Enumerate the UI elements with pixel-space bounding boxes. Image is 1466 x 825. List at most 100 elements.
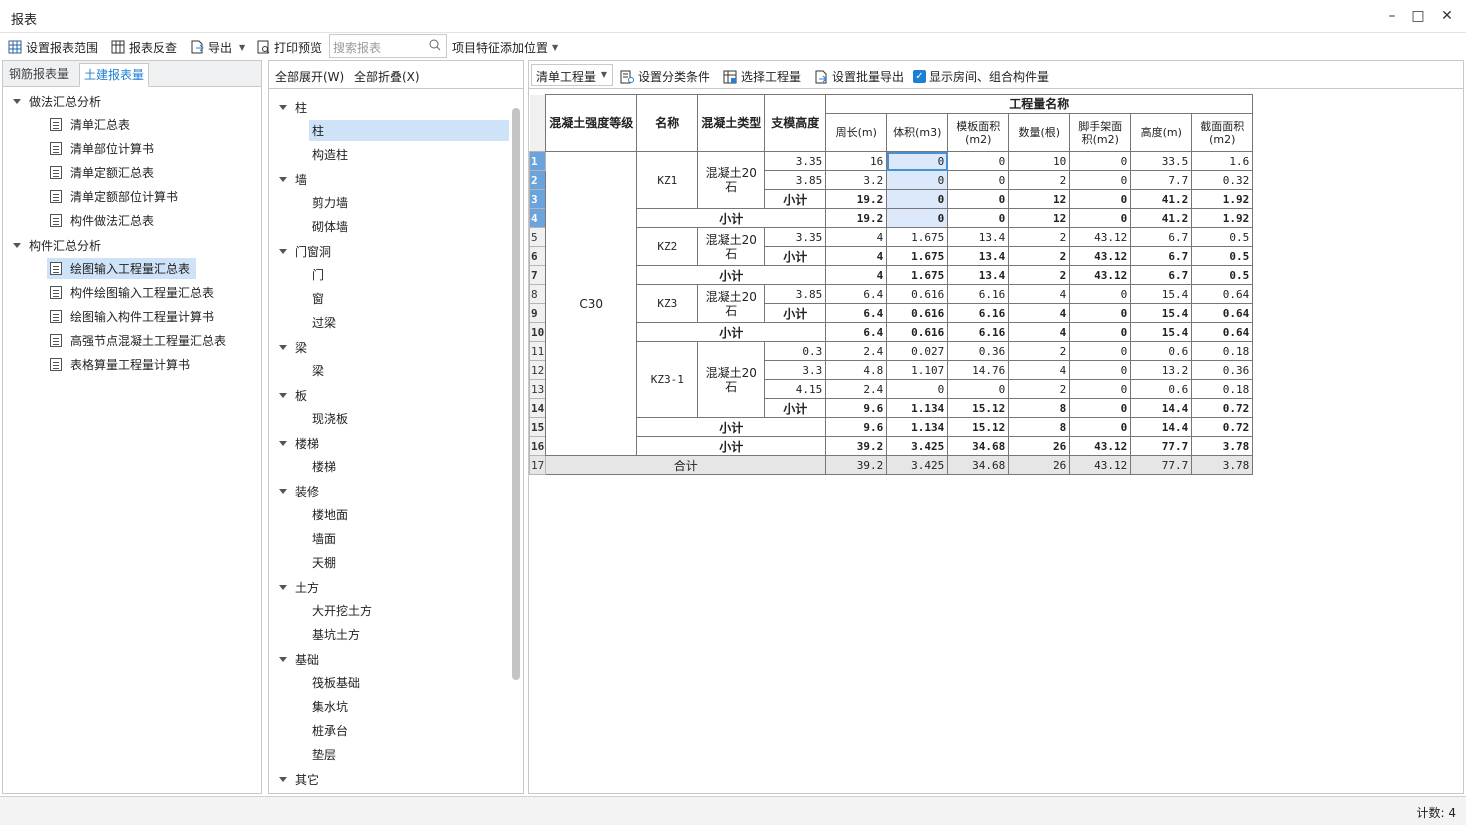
tree-item-component-method-summary[interactable]: 构件做法汇总表 — [47, 210, 160, 231]
concrete-type-cell[interactable]: 混凝土20石 — [697, 151, 766, 209]
table-cell[interactable]: 0 — [1069, 341, 1132, 361]
set-category-button[interactable]: 设置分类条件 — [620, 68, 710, 85]
subtotal-label[interactable]: 小计 — [636, 417, 827, 437]
table-cell[interactable]: 2 — [1008, 246, 1071, 266]
table-cell[interactable]: 0.36 — [1191, 360, 1254, 380]
table-cell[interactable]: 0 — [1069, 379, 1132, 399]
table-cell[interactable]: 43.12 — [1069, 265, 1132, 285]
row-number[interactable]: 11 — [528, 341, 547, 361]
concrete-type-cell[interactable]: 混凝土20石 — [697, 227, 766, 266]
tree-item-bill-quota-location-calc[interactable]: 清单定额部位计算书 — [47, 186, 184, 207]
table-cell[interactable]: 0 — [1069, 322, 1132, 342]
filter-item[interactable]: 大开挖土方 — [309, 600, 509, 621]
filter-category[interactable]: 基础 — [279, 651, 319, 668]
vertical-scrollbar[interactable] — [512, 108, 520, 680]
table-cell[interactable]: 34.68 — [947, 455, 1010, 475]
table-cell[interactable]: 6.7 — [1130, 265, 1193, 285]
tree-item-table-quantity-calc[interactable]: 表格算量工程量计算书 — [47, 354, 196, 375]
row-number[interactable]: 3 — [528, 189, 547, 209]
subtotal-label[interactable]: 小计 — [636, 265, 827, 285]
concrete-type-cell[interactable]: 混凝土20石 — [697, 284, 766, 323]
table-cell[interactable]: 0.64 — [1191, 303, 1254, 323]
set-range-button[interactable]: 设置报表范围 — [8, 37, 98, 57]
table-cell[interactable]: 1.134 — [886, 417, 949, 437]
table-cell[interactable]: 43.12 — [1069, 246, 1132, 266]
table-cell[interactable]: 0 — [1069, 208, 1132, 228]
tab-rebar-report[interactable]: 钢筋报表量 — [5, 63, 73, 87]
table-cell[interactable]: 4.8 — [825, 360, 888, 380]
table-cell[interactable]: 6.7 — [1130, 246, 1193, 266]
grade-cell[interactable]: C30 — [545, 151, 638, 456]
table-cell[interactable]: 14.4 — [1130, 417, 1193, 437]
table-cell[interactable]: 43.12 — [1069, 227, 1132, 247]
height-cell[interactable]: 4.15 — [764, 379, 827, 399]
table-cell[interactable]: 0 — [1069, 398, 1132, 418]
table-cell[interactable]: 0 — [947, 170, 1010, 190]
table-cell[interactable]: 0.72 — [1191, 417, 1254, 437]
table-cell[interactable]: 15.4 — [1130, 322, 1193, 342]
table-cell[interactable]: 0 — [1069, 360, 1132, 380]
component-name-cell[interactable]: KZ1 — [636, 151, 699, 209]
search-icon[interactable] — [428, 38, 442, 52]
export-button[interactable]: 导出 ▼ — [190, 37, 245, 57]
filter-category[interactable]: 柱 — [279, 99, 307, 116]
table-cell[interactable]: 0.6 — [1130, 379, 1193, 399]
table-cell[interactable]: 13.4 — [947, 227, 1010, 247]
table-cell[interactable]: 19.2 — [825, 189, 888, 209]
table-cell[interactable]: 15.12 — [947, 398, 1010, 418]
quantity-type-select[interactable]: 清单工程量 ▼ — [531, 64, 613, 86]
table-cell[interactable]: 0 — [886, 151, 949, 171]
table-cell[interactable]: 4 — [1008, 360, 1071, 380]
concrete-type-cell[interactable]: 混凝土20石 — [697, 341, 766, 418]
table-cell[interactable]: 0.6 — [1130, 341, 1193, 361]
table-cell[interactable]: 1.675 — [886, 246, 949, 266]
tree-item-component-drawing-summary[interactable]: 构件绘图输入工程量汇总表 — [47, 282, 220, 303]
filter-category[interactable]: 楼梯 — [279, 435, 319, 452]
table-cell[interactable]: 0 — [1069, 151, 1132, 171]
filter-item[interactable]: 窗 — [309, 288, 509, 309]
row-number[interactable]: 2 — [528, 170, 547, 190]
table-cell[interactable]: 0 — [1069, 303, 1132, 323]
minimize-icon[interactable]: – — [1382, 6, 1402, 26]
row-number[interactable]: 9 — [528, 303, 547, 323]
table-cell[interactable]: 1.675 — [886, 227, 949, 247]
close-icon[interactable]: ✕ — [1437, 6, 1457, 26]
row-number[interactable]: 12 — [528, 360, 547, 380]
filter-item[interactable]: 楼梯 — [309, 456, 509, 477]
table-cell[interactable]: 39.2 — [825, 436, 888, 456]
subtotal-label[interactable]: 小计 — [636, 322, 827, 342]
filter-item[interactable]: 梁 — [309, 360, 509, 381]
table-cell[interactable]: 0.64 — [1191, 284, 1254, 304]
table-cell[interactable]: 2 — [1008, 227, 1071, 247]
table-cell[interactable]: 0 — [886, 379, 949, 399]
table-cell[interactable]: 43.12 — [1069, 455, 1132, 475]
table-cell[interactable]: 0 — [886, 189, 949, 209]
row-number[interactable]: 15 — [528, 417, 547, 437]
row-number[interactable]: 17 — [528, 455, 547, 475]
filter-category[interactable]: 装修 — [279, 483, 319, 500]
table-cell[interactable]: 0.5 — [1191, 265, 1254, 285]
select-quantity-button[interactable]: 选择工程量 — [723, 68, 801, 85]
table-cell[interactable]: 0 — [1069, 284, 1132, 304]
table-cell[interactable]: 0 — [886, 170, 949, 190]
filter-item[interactable]: 墙面 — [309, 528, 509, 549]
table-cell[interactable]: 0.616 — [886, 284, 949, 304]
subtotal-label[interactable]: 小计 — [764, 398, 827, 418]
row-number[interactable]: 1 — [528, 151, 547, 171]
row-number[interactable]: 8 — [528, 284, 547, 304]
table-cell[interactable]: 0 — [886, 208, 949, 228]
table-cell[interactable]: 43.12 — [1069, 436, 1132, 456]
table-cell[interactable]: 6.4 — [825, 322, 888, 342]
table-cell[interactable]: 1.92 — [1191, 189, 1254, 209]
table-cell[interactable]: 1.107 — [886, 360, 949, 380]
subtotal-label[interactable]: 小计 — [636, 208, 827, 228]
tree-item-bill-quota-summary[interactable]: 清单定额汇总表 — [47, 162, 160, 183]
table-cell[interactable]: 4 — [825, 265, 888, 285]
tree-item-drawing-input-summary[interactable]: 绘图输入工程量汇总表 — [47, 258, 197, 279]
table-cell[interactable]: 1.675 — [886, 265, 949, 285]
table-cell[interactable]: 4 — [825, 246, 888, 266]
filter-item[interactable]: 基坑土方 — [309, 624, 509, 645]
filter-item[interactable]: 现浇板 — [309, 408, 509, 429]
table-cell[interactable]: 14.4 — [1130, 398, 1193, 418]
filter-item[interactable]: 桩承台 — [309, 720, 509, 741]
